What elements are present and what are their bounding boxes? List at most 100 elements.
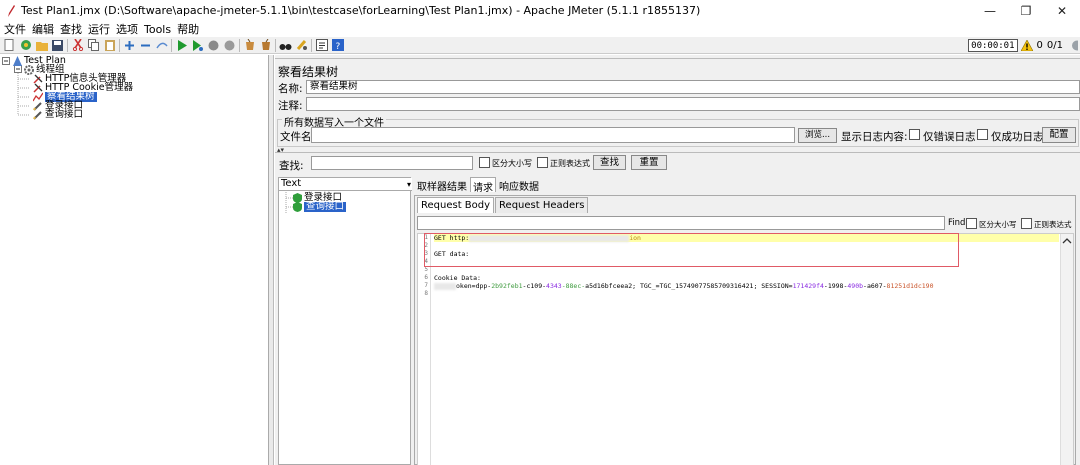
cookie-sep: -88ec- — [561, 282, 586, 290]
menu-run[interactable]: 运行 — [88, 21, 110, 37]
session-hex: 171429f4 — [792, 282, 824, 290]
close-button[interactable]: ✕ — [1044, 0, 1080, 21]
toolbar: ? 00:00:01 0 0/1 — [0, 37, 1080, 54]
clear-all-icon[interactable] — [259, 39, 272, 52]
tree-node-query[interactable]: 查询接口 — [33, 110, 83, 120]
tab-request-headers[interactable]: Request Headers — [495, 197, 589, 213]
menu-search[interactable]: 查找 — [60, 21, 82, 37]
function-helper-icon[interactable] — [315, 39, 328, 52]
divider — [275, 58, 1080, 59]
shutdown-icon[interactable] — [223, 39, 236, 52]
error-count: 0 — [1036, 40, 1043, 51]
tree-node-label: 查询接口 — [45, 109, 84, 120]
body-case-sensitive-label: 区分大小写 — [979, 220, 1017, 229]
line-number: 7 — [424, 282, 428, 289]
session-hex: 490b — [847, 282, 864, 290]
menu-help[interactable]: 帮助 — [177, 21, 199, 37]
maximize-button[interactable]: ❐ — [1008, 0, 1044, 21]
elapsed-timer: 00:00:01 — [968, 39, 1018, 52]
tab-sampler-result[interactable]: 取样器结果 — [415, 177, 469, 193]
renderer-select[interactable]: Text ▾ — [279, 178, 412, 191]
toolbar-divider — [119, 38, 120, 52]
filename-field[interactable] — [311, 127, 795, 143]
errors-only-checkbox[interactable] — [909, 129, 920, 140]
chevron-down-icon: ▾ — [406, 180, 411, 189]
cookie-token-prefix: oken=dpp- — [456, 282, 492, 290]
search-binoculars-icon[interactable] — [279, 39, 292, 52]
warning-icon[interactable] — [1021, 39, 1034, 52]
status-light-icon — [1067, 39, 1080, 52]
menu-options[interactable]: 选项 — [116, 21, 138, 37]
search-input[interactable] — [311, 156, 473, 170]
stop-icon[interactable] — [207, 39, 220, 52]
divider — [275, 152, 1080, 153]
start-icon[interactable] — [175, 39, 188, 52]
active-threads: 0/1 — [1046, 40, 1063, 51]
cut-icon[interactable] — [71, 39, 84, 52]
line-number-gutter: 1 2 3 4 5 6 7 8 — [418, 234, 431, 465]
success-only-label: 仅成功日志 — [991, 131, 1044, 143]
body-regex-checkbox[interactable] — [1021, 218, 1032, 229]
tab-request[interactable]: 请求 — [470, 177, 496, 194]
cookie-hex: 2b92feb1 — [491, 282, 523, 290]
copy-icon[interactable] — [87, 39, 100, 52]
save-icon[interactable] — [51, 39, 64, 52]
toolbar-divider — [275, 38, 276, 52]
line-number: 6 — [424, 274, 428, 281]
session-sep: -1998- — [823, 282, 848, 290]
reset-button[interactable]: 重置 — [631, 155, 667, 170]
help-icon[interactable]: ? — [331, 39, 344, 52]
svg-text:?: ? — [335, 42, 340, 51]
body-find-bar: Find 区分大小写 正则表达式 — [417, 215, 1074, 231]
clear-icon[interactable] — [243, 39, 256, 52]
case-sensitive-checkbox[interactable] — [479, 157, 490, 168]
case-sensitive-label: 区分大小写 — [492, 159, 532, 168]
body-find-input[interactable] — [417, 216, 945, 230]
success-only-checkbox[interactable] — [977, 129, 988, 140]
session-sep: -a607- — [863, 282, 887, 290]
browse-button[interactable]: 浏览... — [798, 128, 837, 143]
pane-splitter[interactable] — [269, 55, 274, 465]
name-field[interactable]: 察看结果树 — [306, 80, 1080, 94]
success-shield-icon — [292, 202, 302, 212]
reset-search-icon[interactable] — [295, 39, 308, 52]
code-line-6: Cookie Data: — [434, 274, 481, 282]
window-controls: — ❐ ✕ — [972, 0, 1080, 21]
minimize-button[interactable]: — — [972, 0, 1008, 21]
start-no-pauses-icon[interactable] — [191, 39, 204, 52]
name-label: 名称: — [278, 83, 303, 95]
sampler-pencil-icon — [33, 110, 43, 120]
collapse-all-icon[interactable] — [139, 39, 152, 52]
menu-file[interactable]: 文件 — [4, 21, 26, 37]
sampler-item-query[interactable]: 查询接口 — [292, 202, 347, 212]
tab-request-body[interactable]: Request Body — [417, 197, 495, 213]
find-button[interactable]: 查找 — [593, 155, 626, 170]
request-body-editor[interactable]: 1 2 3 4 5 6 7 8 GET http: ion GET data: C… — [417, 233, 1074, 465]
body-case-sensitive-checkbox[interactable] — [966, 218, 977, 229]
session-hex: 81251d1dc190 — [886, 282, 934, 290]
vertical-scrollbar[interactable] — [1060, 234, 1073, 465]
comment-label: 注释: — [278, 100, 303, 112]
paste-icon[interactable] — [103, 39, 116, 52]
menu-bar: 文件 编辑 查找 运行 选项 Tools 帮助 — [0, 21, 1080, 37]
configure-button[interactable]: 配置 — [1042, 127, 1076, 143]
menu-edit[interactable]: 编辑 — [32, 21, 54, 37]
expand-all-icon[interactable] — [123, 39, 136, 52]
open-icon[interactable] — [35, 39, 48, 52]
regex-checkbox[interactable] — [537, 157, 548, 168]
scroll-up-icon[interactable] — [1061, 236, 1073, 246]
comment-field[interactable] — [306, 97, 1080, 111]
tab-response-data[interactable]: 响应数据 — [497, 177, 541, 193]
result-tree-panel: 察看结果树 名称: 察看结果树 注释: 所有数据写入一个文件 文件名 浏览...… — [275, 55, 1080, 465]
test-plan-icon — [12, 56, 22, 66]
request-panel: Request Body Request Headers Find 区分大小写 … — [414, 195, 1076, 465]
menu-tools[interactable]: Tools — [144, 23, 171, 36]
line-number: 5 — [424, 266, 428, 273]
templates-icon[interactable] — [19, 39, 32, 52]
toggle-icon[interactable] — [155, 39, 168, 52]
toolbar-divider — [171, 38, 172, 52]
new-icon[interactable] — [3, 39, 16, 52]
jmeter-feather-icon — [3, 3, 19, 19]
redacted-token-prefix — [434, 282, 456, 290]
toolbar-divider — [311, 38, 312, 52]
